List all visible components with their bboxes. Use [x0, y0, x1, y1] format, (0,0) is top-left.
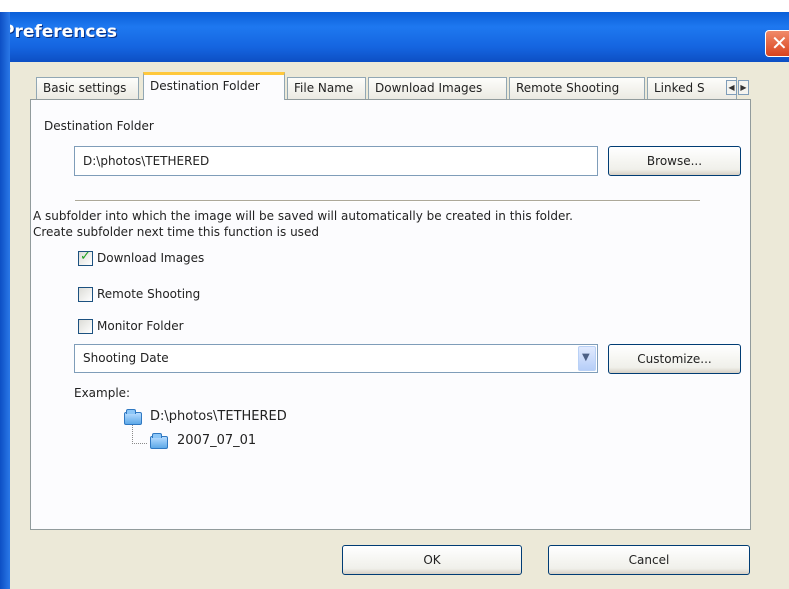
arrow-right-icon: ▶	[740, 83, 747, 92]
preferences-dialog: Preferences ✕ Basic settings Destination…	[0, 0, 789, 589]
tab-remote-shooting[interactable]: Remote Shooting	[509, 77, 645, 99]
example-label: Example:	[74, 386, 131, 400]
tab-scroll-left-button[interactable]: ◀	[726, 80, 737, 95]
subfolder-instruction: Create subfolder next time this function…	[33, 225, 319, 239]
browse-button[interactable]: Browse...	[608, 146, 741, 176]
section-divider	[75, 200, 700, 202]
tab-linked-software[interactable]: Linked S	[647, 77, 737, 99]
tab-destination-folder[interactable]: Destination Folder	[143, 72, 285, 100]
close-icon: ✕	[771, 31, 788, 55]
dropdown-arrow-button[interactable]: ▼	[578, 346, 596, 371]
download-images-checkbox[interactable]: ✓	[78, 249, 93, 266]
subfolder-description: A subfolder into which the image will be…	[33, 209, 573, 223]
title-bar[interactable]: Preferences ✕	[0, 12, 789, 62]
window-frame	[0, 12, 10, 589]
remote-shooting-option-label[interactable]: Remote Shooting	[97, 287, 200, 301]
ok-button[interactable]: OK	[342, 545, 522, 575]
check-icon: ✓	[80, 249, 91, 264]
download-images-option-label[interactable]: Download Images	[97, 251, 204, 265]
subfolder-naming-value: Shooting Date	[83, 351, 169, 365]
tab-scroll-right-button[interactable]: ▶	[738, 80, 749, 95]
destination-folder-label: Destination Folder	[44, 119, 154, 133]
customize-button[interactable]: Customize...	[608, 344, 741, 374]
tab-basic-settings[interactable]: Basic settings	[36, 77, 139, 99]
folder-icon	[124, 409, 142, 425]
example-child-folder: 2007_07_01	[177, 433, 257, 448]
monitor-folder-option-label[interactable]: Monitor Folder	[97, 319, 184, 333]
chevron-down-icon: ▼	[582, 352, 590, 363]
tree-connector	[132, 425, 147, 444]
example-root-path: D:\photos\TETHERED	[150, 409, 287, 424]
tab-download-images[interactable]: Download Images	[368, 77, 507, 99]
folder-icon	[150, 433, 168, 449]
destination-path-field[interactable]: D:\photos\TETHERED	[74, 146, 598, 176]
remote-shooting-checkbox[interactable]	[78, 287, 93, 302]
close-button[interactable]: ✕	[765, 30, 789, 57]
tab-file-name[interactable]: File Name	[287, 77, 366, 99]
monitor-folder-checkbox[interactable]	[78, 319, 93, 334]
subfolder-naming-dropdown[interactable]: Shooting Date ▼	[74, 344, 598, 373]
arrow-left-icon: ◀	[728, 83, 735, 92]
window-title: Preferences	[2, 22, 118, 42]
cancel-button[interactable]: Cancel	[548, 545, 750, 575]
